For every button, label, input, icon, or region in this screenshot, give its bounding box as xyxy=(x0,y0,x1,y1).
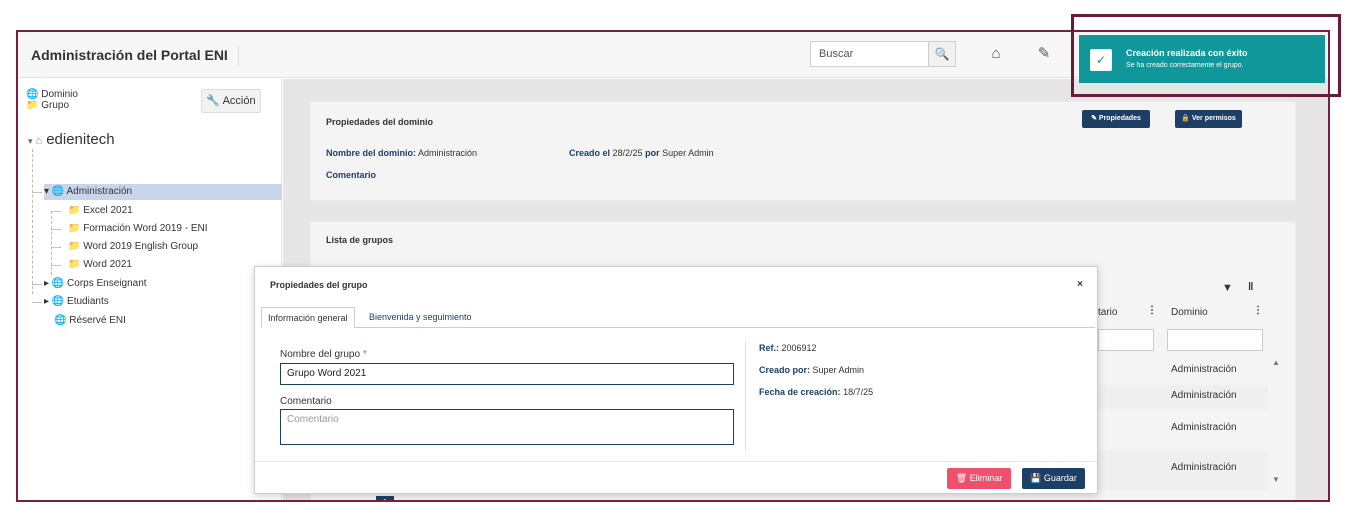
page-number[interactable]: 1 xyxy=(376,496,394,500)
modal-title: Propiedades del grupo xyxy=(270,280,368,290)
globe-icon: 🌐 xyxy=(51,186,65,197)
toast-title: Creación realizada con éxito xyxy=(1126,48,1248,58)
column-menu-icon[interactable]: ⋮ xyxy=(1253,305,1263,316)
edit-icon[interactable]: ✎ xyxy=(1034,44,1054,64)
panel-title: Lista de grupos xyxy=(326,235,394,245)
tree-item-administracion[interactable]: ▾ 🌐 Administración xyxy=(44,184,282,200)
tree-item-word-2021[interactable]: 📁 Word 2021 xyxy=(68,257,132,273)
tree-item-formacion-word-2019[interactable]: 📁 Formación Word 2019 - ENI xyxy=(68,221,208,237)
tree-item-excel-2021[interactable]: 📁 Excel 2021 xyxy=(68,203,133,219)
toast-message: Se ha creado correctamente el grupo. xyxy=(1126,62,1244,69)
table-cell: Administración xyxy=(1171,364,1237,375)
scroll-down-icon[interactable]: ▼ xyxy=(1272,475,1280,484)
folder-icon: 📁 xyxy=(68,241,81,252)
close-icon[interactable]: × xyxy=(1077,279,1083,290)
app-window: Administración del Portal ENI Buscar 🔍 ⌂… xyxy=(16,30,1330,502)
check-icon: ✓ xyxy=(1090,49,1112,71)
group-properties-modal: Propiedades del grupo × Información gene… xyxy=(254,266,1098,494)
folder-icon: 📁 xyxy=(68,259,81,270)
lock-icon: 🔒 xyxy=(1181,115,1190,122)
save-icon: 💾 xyxy=(1030,473,1042,483)
tree-root[interactable]: ▾ ⌂ edienitech xyxy=(28,131,115,148)
save-button[interactable]: 💾 Guardar xyxy=(1022,468,1085,489)
properties-button[interactable]: ✎ Propiedades xyxy=(1082,110,1150,128)
home-icon[interactable]: ⌂ xyxy=(986,44,1006,64)
created-by-info: Creado por: Super Admin xyxy=(759,365,865,375)
domain-properties-panel: Propiedades del dominio ✎ Propiedades 🔒 … xyxy=(310,101,1296,201)
globe-icon: 🌐 xyxy=(51,296,65,307)
chevron-down-icon: ▾ xyxy=(44,186,50,197)
column-header-comentario[interactable]: tario xyxy=(1098,307,1117,318)
chevron-right-icon: ▸ xyxy=(44,278,50,289)
delete-button[interactable]: 🗑 Eliminar xyxy=(947,468,1011,489)
sidebar-link-dominio[interactable]: 🌐 Dominio xyxy=(26,89,78,100)
chevron-down-icon[interactable]: ▾ xyxy=(28,136,33,146)
filter-icon[interactable]: ▼ xyxy=(1222,282,1233,294)
tree-item-reserve-eni[interactable]: 🌐 Réservé ENI xyxy=(54,313,126,329)
column-header-dominio[interactable]: Dominio xyxy=(1171,307,1208,318)
scroll-up-icon[interactable]: ▲ xyxy=(1272,358,1280,367)
group-name-label: Nombre del grupo * xyxy=(280,349,367,360)
folder-icon: 📁 xyxy=(26,100,39,111)
domain-comment: Comentario xyxy=(326,170,377,180)
domain-name: Nombre del dominio: Administración xyxy=(326,148,478,158)
folder-icon: 📁 xyxy=(68,223,81,234)
table-cell: Administración xyxy=(1171,390,1237,401)
sidebar-link-grupo[interactable]: 📁 Grupo xyxy=(26,100,78,111)
table-cell: Administración xyxy=(1171,462,1237,473)
globe-icon: 🌐 xyxy=(26,89,39,100)
comment-label: Comentario xyxy=(280,396,332,407)
domain-created: Creado el 28/2/25 por Super Admin xyxy=(569,148,714,158)
folder-icon: 📁 xyxy=(68,205,81,216)
tree-item-etudiants[interactable]: ▸ 🌐 Etudiants xyxy=(44,294,109,310)
view-permissions-button[interactable]: 🔒 Ver permisos xyxy=(1175,110,1242,128)
action-button[interactable]: 🔧 Acción xyxy=(201,89,261,113)
tree-item-corps-enseignant[interactable]: ▸ 🌐 Corps Enseignant xyxy=(44,276,147,292)
tab-informacion-general[interactable]: Información general xyxy=(261,307,355,328)
globe-icon: 🌐 xyxy=(54,315,67,326)
sidebar: 🌐 Dominio 📁 Grupo 🔧 Acción ▾ ⌂ edienitech … xyxy=(18,79,282,500)
home-icon: ⌂ xyxy=(35,135,43,147)
created-date-info: Fecha de creación: 18/7/25 xyxy=(759,387,874,397)
app-title: Administración del Portal ENI xyxy=(31,47,239,65)
search-icon[interactable]: 🔍 xyxy=(928,42,955,66)
sidebar-links: 🌐 Dominio 📁 Grupo xyxy=(26,89,78,111)
group-name-input[interactable]: Grupo Word 2021 xyxy=(280,363,734,385)
panel-title: Propiedades del dominio xyxy=(326,117,434,127)
tree-connector xyxy=(32,149,33,294)
trash-icon: 🗑 xyxy=(955,473,968,483)
pencil-icon: ✎ xyxy=(1091,115,1097,122)
columns-icon[interactable]: ‖ xyxy=(1248,281,1253,293)
column-menu-icon[interactable]: ⋮ xyxy=(1147,305,1157,316)
tab-bienvenida-seguimiento[interactable]: Bienvenida y seguimiento xyxy=(363,307,478,328)
chevron-right-icon: ▸ xyxy=(44,296,50,307)
success-toast[interactable]: ✓ Creación realizada con éxito Se ha cre… xyxy=(1079,35,1325,83)
comment-textarea[interactable]: Comentario xyxy=(280,409,734,445)
globe-icon: 🌐 xyxy=(51,278,65,289)
filter-input-dominio[interactable] xyxy=(1167,329,1263,351)
wrench-icon: 🔧 xyxy=(206,95,221,107)
tree-item-word-2019-english[interactable]: 📁 Word 2019 English Group xyxy=(68,239,198,255)
filter-input[interactable] xyxy=(1098,329,1154,351)
ref-info: Ref.: 2006912 xyxy=(759,343,817,353)
table-cell: Administración xyxy=(1171,422,1237,433)
